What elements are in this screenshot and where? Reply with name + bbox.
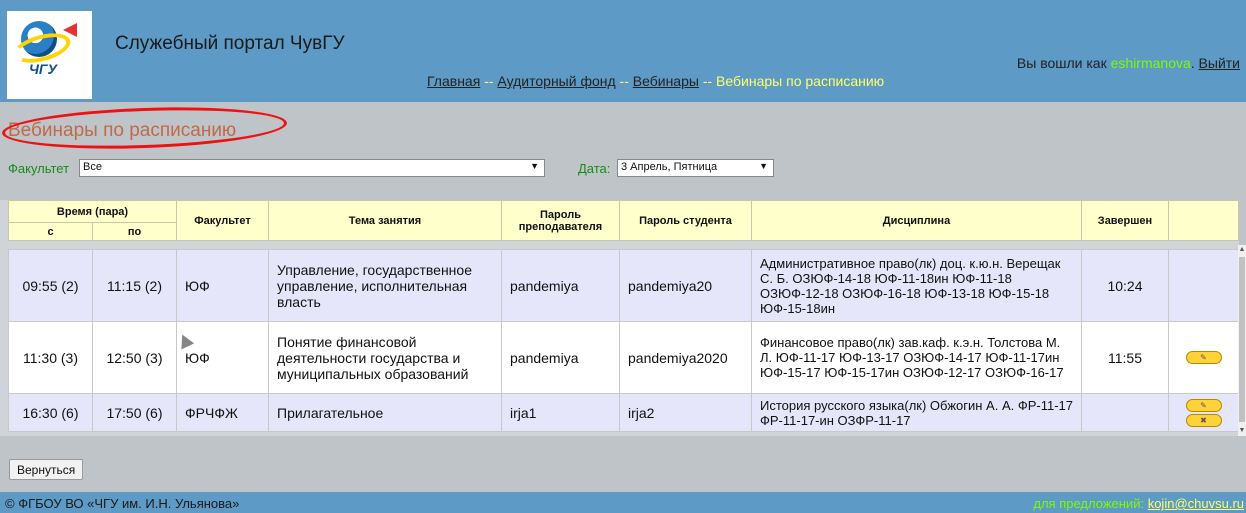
nav-separator: -- <box>702 73 713 89</box>
cell-from: 16:30 (6) <box>8 393 93 432</box>
pencil-icon: ✎ <box>1200 400 1207 410</box>
cell-finished <box>1081 393 1169 432</box>
chevron-down-icon: ▼ <box>530 161 539 171</box>
cell-to: 11:15 (2) <box>92 249 177 322</box>
column-header-time: Время (пара) <box>8 200 177 223</box>
cell-faculty: ЮФ <box>176 249 269 322</box>
cell-actions: ✎ <box>1168 321 1239 394</box>
cell-teacher-password: irja1 <box>501 393 620 432</box>
cell-from: 11:30 (3) <box>8 321 93 394</box>
cell-faculty: ЮФ <box>176 321 269 394</box>
username: eshirmanova <box>1110 55 1191 71</box>
faculty-select[interactable]: Все ▼ <box>79 159 545 177</box>
faculty-select-value: Все <box>83 161 102 173</box>
logout-link[interactable]: Выйти <box>1199 55 1240 71</box>
column-header-to: по <box>92 222 177 241</box>
pencil-icon: ✎ <box>1200 353 1207 362</box>
nav-separator: -- <box>619 73 629 89</box>
annotation-ellipse <box>1 103 288 153</box>
column-header-finished: Завершен <box>1081 200 1169 241</box>
contact-prefix: для предложений: <box>1033 496 1145 511</box>
date-select-value: 3 Апрель, Пятница <box>621 161 718 173</box>
cell-actions <box>1168 249 1239 322</box>
university-logo[interactable]: ЧГУ <box>7 11 92 99</box>
cell-teacher-password: pandemiya <box>501 321 620 394</box>
login-prefix: Вы вошли как <box>1016 55 1107 71</box>
close-icon: ✖ <box>1200 415 1207 425</box>
cell-topic: Прилагательное <box>268 393 502 432</box>
cell-to: 12:50 (3) <box>92 321 177 394</box>
cell-to: 17:50 (6) <box>92 393 177 432</box>
cell-topic: Управление, государственное управление, … <box>268 249 502 322</box>
column-header-teacher-password: Пароль преподавателя <box>501 200 620 241</box>
logo-text: ЧГУ <box>29 61 57 77</box>
cell-teacher-password: pandemiya <box>501 249 620 322</box>
back-button[interactable]: Вернуться <box>9 459 84 480</box>
column-header-actions <box>1168 200 1239 241</box>
chevron-down-icon: ▼ <box>759 161 768 171</box>
date-label: Дата: <box>578 161 611 176</box>
cell-from: 09:55 (2) <box>8 249 93 322</box>
cell-actions: ✎ ✖ <box>1168 393 1239 432</box>
cell-student-password: irja2 <box>619 393 752 432</box>
webinar-table: Время (пара) Факультет Тема занятия Паро… <box>8 200 1239 432</box>
column-header-topic: Тема занятия <box>268 200 502 241</box>
nav-webinars[interactable]: Вебинары <box>633 73 699 89</box>
scroll-down-icon[interactable]: ▼ <box>1238 426 1246 436</box>
nav-current-scheduled-webinars: Вебинары по расписанию <box>716 73 885 89</box>
footer-copyright: © ФГБОУ ВО «ЧГУ им. И.Н. Ульянова» <box>5 496 240 511</box>
nav-separator: -- <box>484 73 494 89</box>
table-row: 16:30 (6) 17:50 (6) ФРЧФЖ Прилагательное… <box>8 393 1239 432</box>
scrollbar-thumb[interactable] <box>1239 257 1245 422</box>
date-select[interactable]: 3 Апрель, Пятница ▼ <box>617 159 774 177</box>
footer-contact: для предложений: kojin@chuvsu.ru <box>1033 496 1244 511</box>
cell-student-password: pandemiya20 <box>619 249 752 322</box>
edit-button[interactable]: ✎ <box>1185 351 1222 364</box>
header: ЧГУ Служебный портал ЧувГУ Главная -- Ау… <box>0 0 1246 102</box>
breadcrumb-nav: Главная -- Аудиторный фонд -- Вебинары -… <box>427 73 884 89</box>
delete-button[interactable]: ✖ <box>1185 413 1222 427</box>
column-header-faculty: Факультет <box>176 200 269 241</box>
cell-discipline: Административное право(лк) доц. к.ю.н. В… <box>751 249 1082 322</box>
edit-button[interactable]: ✎ <box>1185 398 1222 412</box>
footer: © ФГБОУ ВО «ЧГУ им. И.Н. Ульянова» для п… <box>0 492 1246 513</box>
site-title: Служебный портал ЧувГУ <box>115 33 345 54</box>
cell-finished: 10:24 <box>1081 249 1169 322</box>
scroll-up-icon[interactable]: ▲ <box>1238 245 1246 255</box>
cell-finished: 11:55 <box>1081 321 1169 394</box>
cell-faculty: ФРЧФЖ <box>176 393 269 432</box>
contact-email-link[interactable]: kojin@chuvsu.ru <box>1148 496 1244 511</box>
table-row: 11:30 (3) 12:50 (3) ЮФ Понятие финансово… <box>8 321 1239 394</box>
cell-discipline: История русского языка(лк) Обжогин А. А.… <box>751 393 1082 432</box>
table-scrollbar[interactable]: ▲ ▼ <box>1238 245 1246 436</box>
column-header-student-password: Пароль студента <box>619 200 752 241</box>
nav-classroom-fund[interactable]: Аудиторный фонд <box>497 73 615 89</box>
webinar-grid: Время (пара) Факультет Тема занятия Паро… <box>0 200 1239 436</box>
column-header-from: с <box>8 222 93 241</box>
login-status: Вы вошли как eshirmanova. Выйти <box>1016 55 1240 71</box>
cell-topic: Понятие финансовой деятельности государс… <box>268 321 502 394</box>
cell-discipline: Финансовое право(лк) зав.каф. к.э.н. Тол… <box>751 321 1082 394</box>
column-header-discipline: Дисциплина <box>751 200 1082 241</box>
cell-student-password: pandemiya2020 <box>619 321 752 394</box>
nav-home[interactable]: Главная <box>427 73 480 89</box>
faculty-label: Факультет <box>8 161 70 176</box>
table-row: 09:55 (2) 11:15 (2) ЮФ Управление, госуд… <box>8 249 1239 322</box>
